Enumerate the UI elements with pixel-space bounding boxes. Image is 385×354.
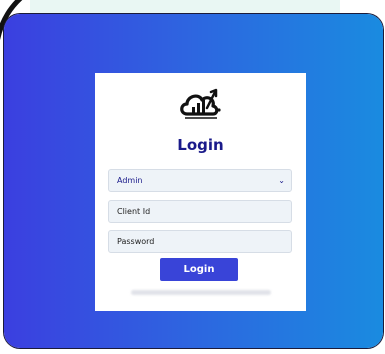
role-select[interactable]: Admin ⌄ [108, 169, 292, 192]
password-field[interactable]: Password [108, 230, 292, 253]
gradient-panel: Login Admin ⌄ Client Id Password Login [4, 14, 383, 348]
client-id-field[interactable]: Client Id [108, 200, 292, 223]
login-card: Login Admin ⌄ Client Id Password Login [95, 73, 306, 311]
role-select-value: Admin [117, 176, 143, 185]
blurred-footnote [131, 290, 271, 295]
client-id-placeholder: Client Id [117, 207, 151, 216]
page-title: Login [177, 136, 224, 154]
app-window: Login Admin ⌄ Client Id Password Login [0, 0, 385, 354]
chevron-down-icon: ⌄ [278, 176, 285, 185]
password-placeholder: Password [117, 237, 155, 246]
login-button[interactable]: Login [160, 258, 238, 281]
cloud-growth-chart-logo [180, 88, 221, 119]
